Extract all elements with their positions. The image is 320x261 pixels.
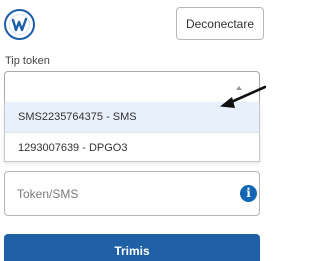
dropdown-option-dpgo3[interactable]: 1293007639 - DPGO3 (5, 132, 259, 162)
token-type-dropdown: SMS2235764375 - SMS 1293007639 - DPGO3 (4, 102, 260, 162)
info-icon[interactable]: i (240, 185, 257, 202)
caret-up-icon (236, 86, 242, 90)
brand-logo-icon (4, 9, 35, 40)
token-sms-input[interactable] (4, 171, 260, 216)
dropdown-option-sms[interactable]: SMS2235764375 - SMS (5, 102, 259, 132)
logout-button[interactable]: Deconectare (176, 7, 264, 40)
submit-button[interactable]: Trimis (4, 234, 260, 261)
token-type-select[interactable] (4, 71, 260, 103)
login-token-page: Deconectare Tip token SMS2235764375 - SM… (0, 0, 266, 261)
token-type-label: Tip token (5, 55, 50, 67)
